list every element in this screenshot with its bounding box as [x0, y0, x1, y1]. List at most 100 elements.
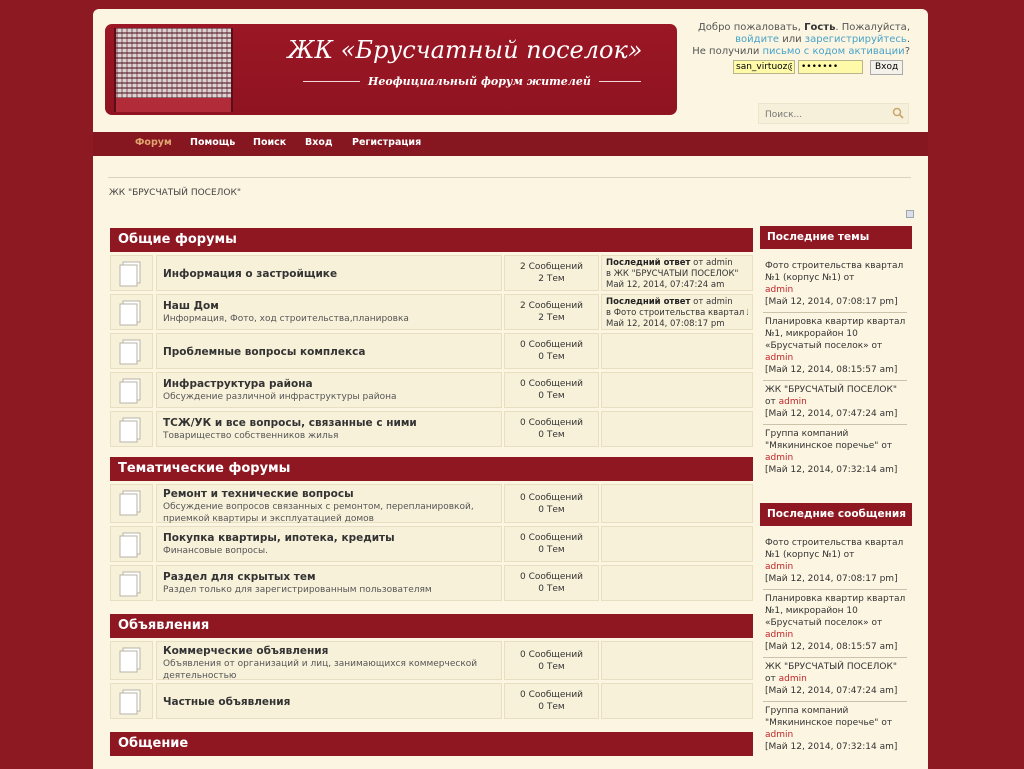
board-row: Ремонт и технические вопросы Обсуждение в… — [110, 484, 753, 524]
board-description: Товарищество собственников жилья — [163, 431, 339, 441]
topic-link[interactable]: Фото строительства квартал №1 (корпус №1… — [765, 261, 903, 283]
menu-register[interactable]: Регистрация — [352, 137, 421, 148]
search-box — [758, 103, 909, 124]
forum-banner[interactable]: ЖК «Брусчатный поселок» Неофициальный фо… — [105, 24, 677, 115]
recent-posts-list: Фото строительства квартал №1 (корпус №1… — [763, 534, 907, 757]
board-name[interactable]: Коммерческие объявления — [163, 645, 495, 658]
board-icon[interactable] — [110, 372, 153, 408]
board-stats: 0 Сообщений 0 Тем — [504, 565, 599, 601]
recent-topic-item: ЖК "БРУСЧАТЫЙ ПОСЕЛОК" от admin [Май 12, … — [763, 381, 907, 425]
topic-link[interactable]: Группа компаний "Мякининское поречье" — [765, 429, 878, 451]
author-link[interactable]: admin — [765, 285, 793, 295]
board-name[interactable]: Инфраструктура района — [163, 378, 495, 391]
topic-link[interactable]: ЖК "БРУСЧАТЫЙ ПОСЕЛОК" — [765, 385, 897, 395]
last-post-empty — [601, 526, 753, 562]
board-icon[interactable] — [110, 565, 153, 601]
breadcrumb[interactable]: ЖК "БРУСЧАТЫЙ ПОСЕЛОК" — [109, 188, 241, 198]
category-general: Общие форумы Информация о застройщике 2 … — [110, 228, 753, 447]
last-post-date: Май 12, 2014, 07:08:17 pm — [606, 319, 725, 329]
search-input[interactable] — [763, 107, 887, 123]
author-link[interactable]: admin — [765, 353, 793, 363]
topic-link[interactable]: Фото строительства квартал №1 (корпус №1… — [765, 538, 903, 560]
last-post-author[interactable]: от admin — [690, 297, 733, 307]
author-link[interactable]: admin — [779, 397, 807, 407]
menu-help[interactable]: Помощь — [190, 137, 235, 148]
quick-login-form: Вход — [733, 59, 904, 75]
author-link[interactable]: admin — [779, 674, 807, 684]
topic-link[interactable]: Планировка квартир квартал №1, микрорайо… — [765, 594, 905, 628]
board-name[interactable]: Раздел для скрытых тем — [163, 571, 495, 584]
collapse-icon[interactable] — [906, 210, 914, 218]
last-post-date: Май 12, 2014, 07:47:24 am — [606, 280, 725, 290]
board-name[interactable]: Информация о застройщике — [163, 268, 495, 281]
post-date: [Май 12, 2014, 07:47:24 am] — [765, 409, 898, 419]
welcome-text-2: . Пожалуйста, — [835, 22, 910, 33]
category-title[interactable]: Общие форумы — [110, 228, 753, 252]
recent-topics-title: Последние темы — [760, 226, 912, 249]
board-main: Покупка квартиры, ипотека, кредиты Финанс… — [156, 526, 502, 562]
posts-count: 0 Сообщений — [519, 379, 584, 389]
board-description: Раздел только для зарегистрированным пол… — [163, 585, 432, 595]
board-name[interactable]: Частные объявления — [163, 696, 495, 709]
username-field[interactable] — [733, 60, 795, 74]
last-post-topic[interactable]: в Фото строительства квартал №1 (корпус … — [606, 308, 748, 319]
board-icon[interactable] — [110, 294, 153, 330]
board-icon[interactable] — [110, 526, 153, 562]
board-name[interactable]: ТСЖ/УК и все вопросы, связанные с ними — [163, 417, 495, 430]
board-description: Обсуждение вопросов связанных с ремонтом… — [163, 502, 474, 524]
board-row: Проблемные вопросы комплекса 0 Сообщений… — [110, 333, 753, 369]
category-title[interactable]: Тематические форумы — [110, 457, 753, 481]
menu-search[interactable]: Поиск — [253, 137, 286, 148]
category-title[interactable]: Объявления — [110, 614, 753, 638]
recent-posts-title: Последние сообщения — [760, 503, 912, 526]
posts-count: 0 Сообщений — [519, 418, 584, 428]
topics-count: 2 Тем — [538, 274, 565, 284]
search-icon[interactable] — [892, 107, 904, 119]
board-icon[interactable] — [110, 683, 153, 719]
board-icon[interactable] — [110, 411, 153, 447]
board-stats: 0 Сообщений 0 Тем — [504, 333, 599, 369]
by-text: от — [878, 441, 893, 451]
site-subtitle: Неофициальный форум жителей — [360, 75, 599, 88]
topics-count: 0 Тем — [538, 430, 565, 440]
board-name[interactable]: Ремонт и технические вопросы — [163, 488, 495, 501]
category-title[interactable]: Общение — [110, 732, 753, 756]
board-icon[interactable] — [110, 255, 153, 291]
board-main: Раздел для скрытых тем Раздел только для … — [156, 565, 502, 601]
topic-link[interactable]: Планировка квартир квартал №1, микрорайо… — [765, 317, 905, 351]
topics-count: 0 Тем — [538, 662, 565, 672]
menu-forum[interactable]: Форум — [135, 137, 172, 148]
author-link[interactable]: admin — [765, 562, 793, 572]
author-link[interactable]: admin — [765, 630, 793, 640]
board-icon[interactable] — [110, 641, 153, 680]
register-link[interactable]: зарегистрируйтесь — [805, 34, 907, 45]
posts-count: 0 Сообщений — [519, 340, 584, 350]
menu-login[interactable]: Вход — [305, 137, 333, 148]
activation-link[interactable]: письмо с кодом активации — [763, 46, 905, 57]
posts-count: 2 Сообщений — [519, 301, 584, 311]
board-name[interactable]: Наш Дом — [163, 300, 495, 313]
board-description: Информация, Фото, ход строительства,план… — [163, 314, 409, 324]
by-text: от — [840, 550, 855, 560]
divider — [108, 177, 911, 178]
board-icon[interactable] — [110, 484, 153, 523]
author-link[interactable]: admin — [765, 453, 793, 463]
login-button[interactable]: Вход — [870, 59, 904, 75]
login-link[interactable]: войдите — [735, 34, 779, 45]
author-link[interactable]: admin — [765, 730, 793, 740]
topic-link[interactable]: ЖК "БРУСЧАТЫЙ ПОСЕЛОК" — [765, 662, 897, 672]
board-name[interactable]: Покупка квартиры, ипотека, кредиты — [163, 532, 495, 545]
last-post-topic[interactable]: в ЖК "БРУСЧАТЫЙ ПОСЕЛОК" — [606, 269, 748, 280]
topics-count: 2 Тем — [538, 313, 565, 323]
post-date: [Май 12, 2014, 07:08:17 pm] — [765, 297, 898, 307]
board-row: Частные объявления 0 Сообщений 0 Тем — [110, 683, 753, 719]
topics-count: 0 Тем — [538, 545, 565, 555]
board-row: Покупка квартиры, ипотека, кредиты Финанс… — [110, 526, 753, 562]
topic-link[interactable]: Группа компаний "Мякининское поречье" — [765, 706, 878, 728]
board-name[interactable]: Проблемные вопросы комплекса — [163, 346, 495, 359]
last-post-empty — [601, 333, 753, 369]
password-field[interactable] — [798, 60, 863, 74]
board-icon[interactable] — [110, 333, 153, 369]
recent-topics-list: Фото строительства квартал №1 (корпус №1… — [763, 257, 907, 480]
last-post-author[interactable]: от admin — [690, 258, 733, 268]
